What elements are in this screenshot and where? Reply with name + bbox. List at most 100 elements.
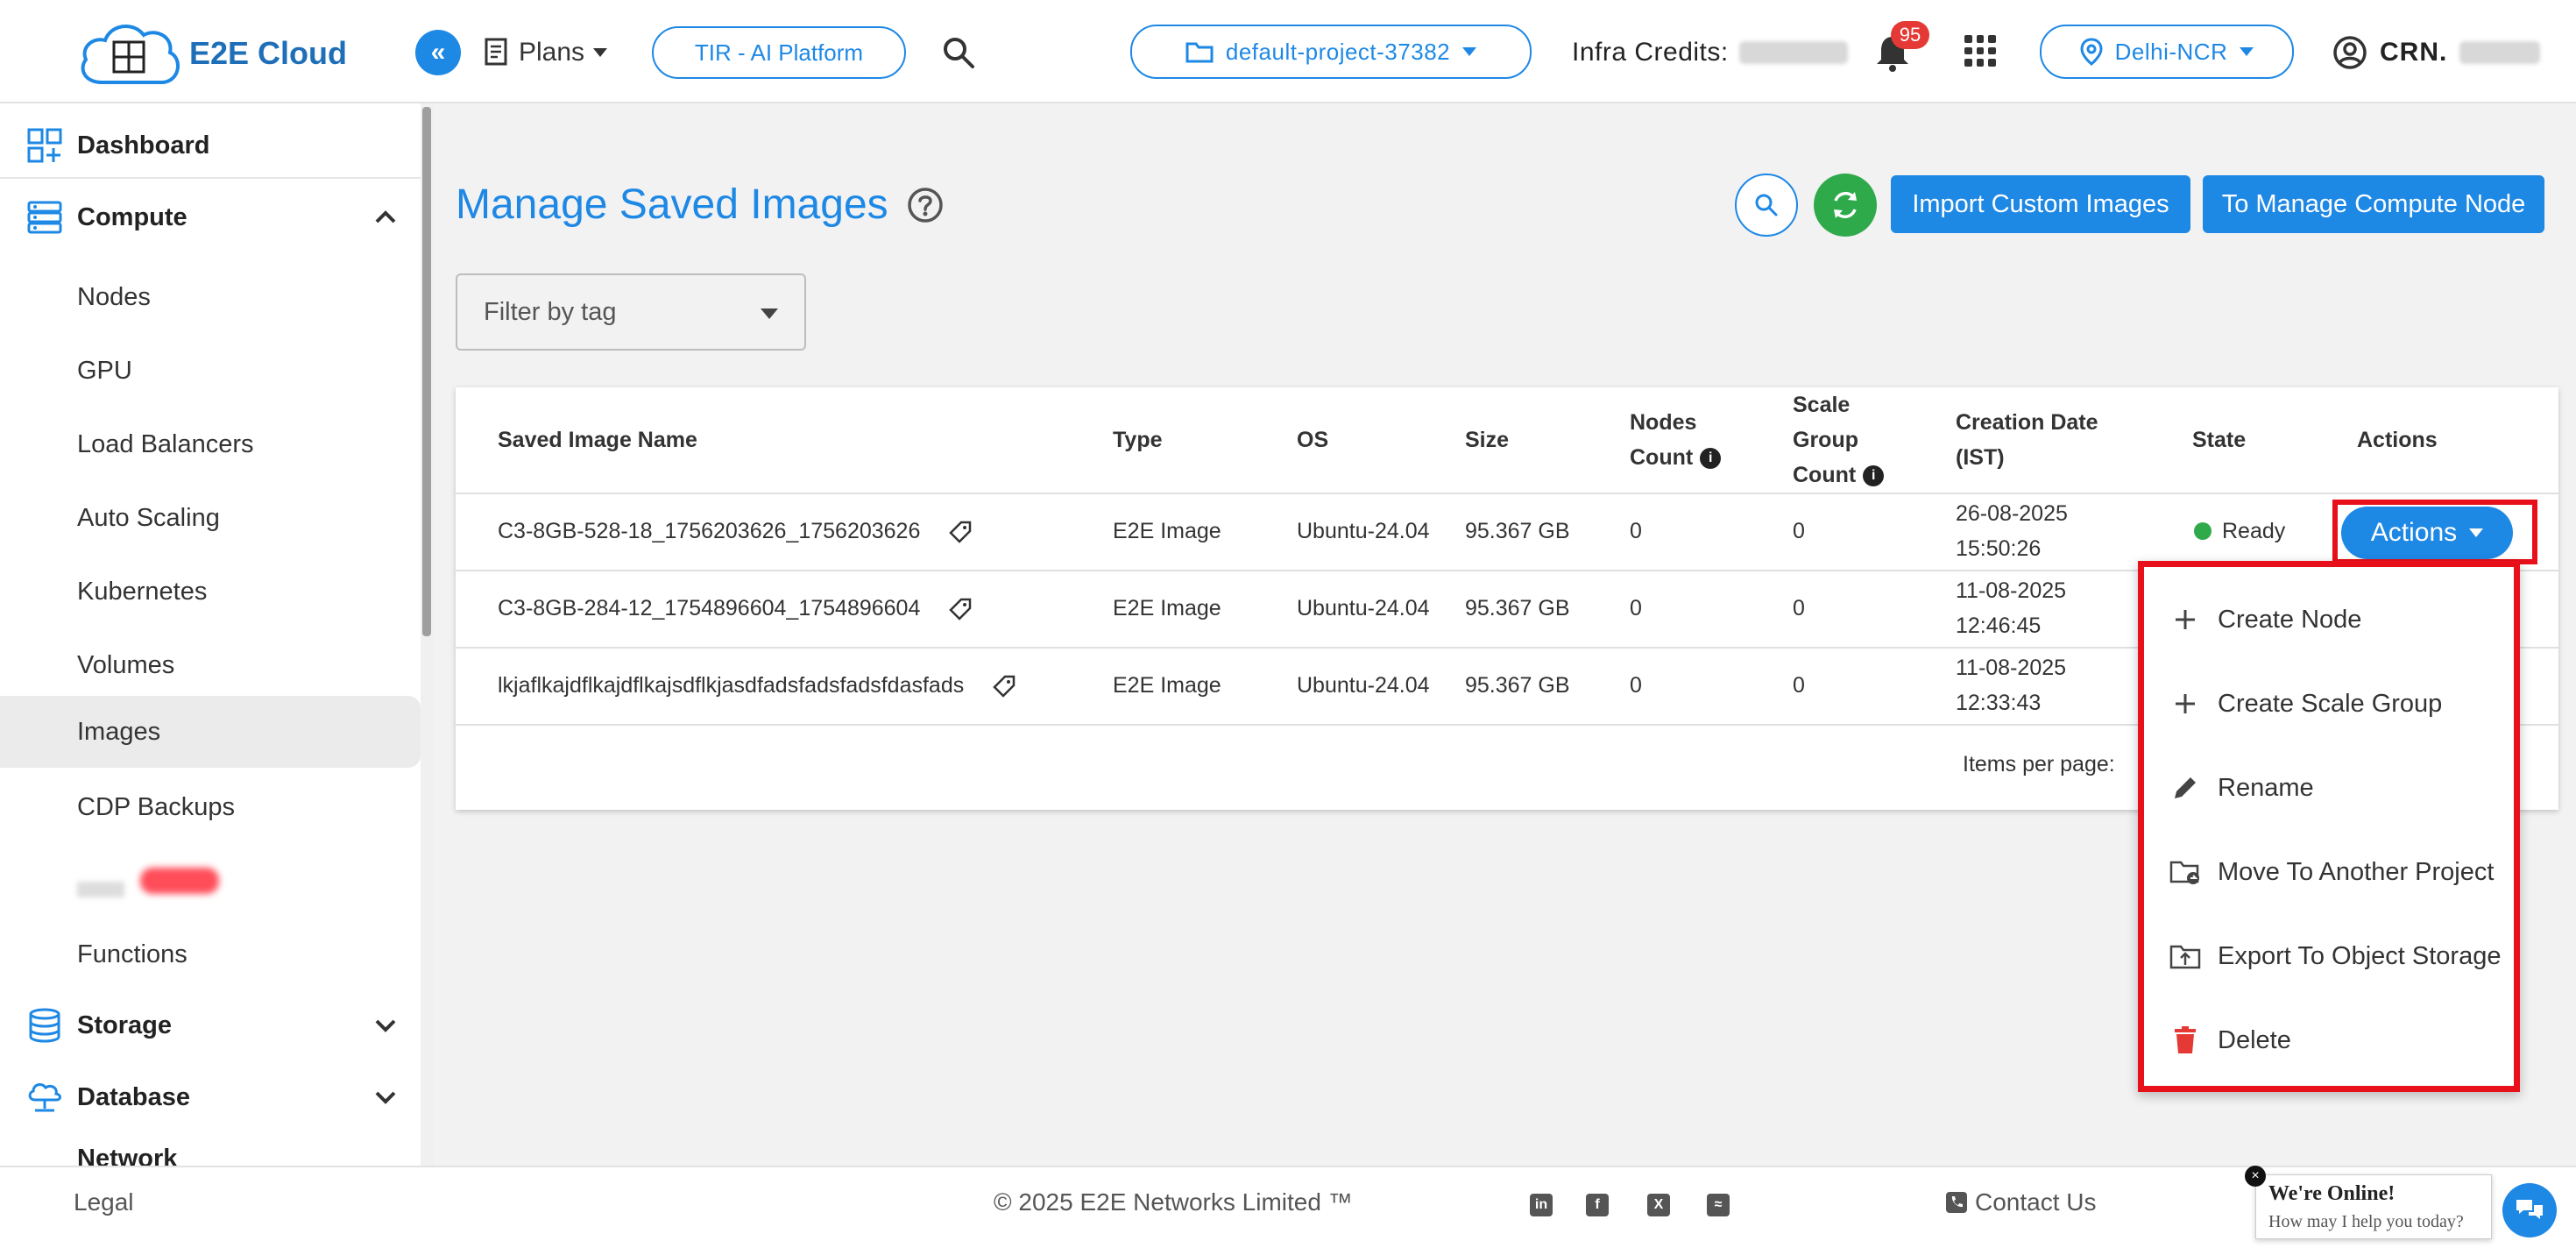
menu-item-move-project[interactable]: Move To Another Project: [2144, 830, 2512, 914]
help-circle-icon[interactable]: [906, 186, 945, 224]
import-custom-images-button[interactable]: Import Custom Images: [1891, 175, 2190, 233]
sidebar-label: Volumes: [77, 650, 175, 679]
region-selector[interactable]: Delhi-NCR: [2040, 25, 2294, 79]
sidebar-item-gpu[interactable]: GPU: [0, 335, 421, 407]
sidebar-item-redacted[interactable]: [0, 845, 421, 917]
tag-edit-icon[interactable]: [947, 596, 973, 622]
document-icon: [485, 38, 507, 66]
sidebar-item-cdp-backups[interactable]: CDP Backups: [0, 771, 421, 843]
notification-badge: 95: [1891, 21, 1929, 49]
col-header-nodes-count[interactable]: Nodes Count i: [1630, 405, 1722, 475]
collapse-sidebar-button[interactable]: «: [415, 30, 461, 75]
linkedin-icon[interactable]: in: [1530, 1194, 1553, 1216]
x-twitter-icon[interactable]: X: [1647, 1194, 1670, 1216]
sidebar-item-network[interactable]: Network: [0, 1141, 421, 1166]
col-header-name[interactable]: Saved Image Name: [498, 422, 697, 457]
cell-nodes-count: 0: [1630, 519, 1642, 543]
refresh-button[interactable]: [1814, 174, 1877, 237]
sidebar-label: Storage: [77, 1010, 172, 1039]
sidebar-item-storage[interactable]: Storage: [0, 997, 421, 1053]
sidebar-label: Compute: [77, 202, 188, 231]
cell-scale-count: 0: [1793, 596, 1805, 620]
menu-item-label: Create Node: [2218, 605, 2362, 634]
brand-name: E2E Cloud: [189, 35, 348, 71]
header-line: Creation Date: [1956, 410, 2098, 435]
folder-upload-icon: [2169, 940, 2202, 973]
menu-item-create-node[interactable]: Create Node: [2144, 578, 2512, 662]
cell-size: 95.367 GB: [1465, 519, 1570, 543]
facebook-icon[interactable]: f: [1586, 1194, 1609, 1216]
info-icon[interactable]: i: [1863, 465, 1885, 487]
server-icon: [27, 201, 62, 234]
col-header-creation-date[interactable]: Creation Date (IST): [1956, 405, 2098, 475]
sidebar-item-load-balancers[interactable]: Load Balancers: [0, 408, 421, 480]
image-name: lkjaflkajdflkajdflkajsdflkjasdfadsfadsfa…: [498, 673, 965, 698]
sidebar-item-nodes[interactable]: Nodes: [0, 261, 421, 333]
sidebar-divider: [0, 177, 421, 179]
sidebar-item-auto-scaling[interactable]: Auto Scaling: [0, 482, 421, 554]
database-icon: [29, 1008, 60, 1043]
tag-edit-icon[interactable]: [991, 673, 1017, 699]
col-header-size[interactable]: Size: [1465, 422, 1509, 457]
plans-dropdown[interactable]: Plans: [484, 28, 608, 77]
search-icon: [1755, 194, 1778, 216]
rss-icon[interactable]: ≈: [1707, 1194, 1730, 1216]
refresh-icon: [1834, 191, 1857, 219]
col-header-scale-group-count[interactable]: Scale Group Count i: [1793, 387, 1885, 493]
info-icon[interactable]: i: [1700, 448, 1722, 470]
menu-item-rename[interactable]: Rename: [2144, 746, 2512, 830]
sidebar-item-compute[interactable]: Compute: [0, 189, 421, 245]
caret-down-icon: [593, 48, 608, 57]
folder-icon: [1185, 42, 1214, 63]
status-dot-icon: [2194, 522, 2212, 540]
filter-by-tag-select[interactable]: Filter by tag: [456, 273, 806, 351]
cell-nodes-count: 0: [1630, 673, 1642, 698]
close-icon[interactable]: ×: [2245, 1166, 2266, 1187]
sidebar-item-volumes[interactable]: Volumes: [0, 629, 421, 701]
sidebar-item-dashboard[interactable]: Dashboard: [0, 117, 421, 174]
sidebar-label: Load Balancers: [77, 429, 254, 458]
sidebar-scrollbar-thumb[interactable]: [422, 107, 431, 636]
header-line: Group: [1793, 428, 1858, 452]
cell-type: E2E Image: [1113, 519, 1221, 543]
chat-widget[interactable]: We're Online! How may I help you today?: [2255, 1174, 2492, 1239]
caret-down-icon: [2240, 47, 2254, 56]
tir-platform-button[interactable]: TIR - AI Platform: [652, 26, 906, 79]
time: 12:46:45: [1956, 613, 2042, 638]
date: 26-08-2025: [1956, 501, 2068, 526]
col-header-type[interactable]: Type: [1113, 422, 1163, 457]
sidebar-item-database[interactable]: Database: [0, 1069, 421, 1125]
col-header-state[interactable]: State: [2192, 422, 2246, 457]
cell-size: 95.367 GB: [1465, 673, 1570, 698]
region-label: Delhi-NCR: [2114, 38, 2228, 65]
col-header-os[interactable]: OS: [1297, 422, 1328, 457]
time: 15:50:26: [1956, 536, 2042, 561]
table-search-button[interactable]: [1735, 174, 1798, 237]
date: 11-08-2025: [1956, 578, 2067, 603]
sidebar-item-functions[interactable]: Functions: [0, 918, 421, 990]
global-search-button[interactable]: [936, 30, 981, 75]
filter-placeholder: Filter by tag: [484, 297, 617, 326]
legal-link[interactable]: Legal: [74, 1188, 134, 1216]
copyright-text: © 2025 E2E Networks Limited ™: [994, 1188, 1353, 1216]
row-divider: [456, 493, 2558, 494]
contact-us-link[interactable]: Contact Us: [1945, 1188, 2097, 1216]
project-selector[interactable]: default-project-37382: [1130, 25, 1532, 79]
user-account-menu[interactable]: CRN.: [2332, 32, 2541, 74]
cell-type: E2E Image: [1113, 673, 1221, 698]
sidebar-item-kubernetes[interactable]: Kubernetes: [0, 556, 421, 628]
menu-item-export-object-storage[interactable]: Export To Object Storage: [2144, 914, 2512, 998]
cell-size: 95.367 GB: [1465, 596, 1570, 620]
cell-image-name: C3-8GB-284-12_1754896604_1754896604: [498, 591, 973, 626]
sidebar-label: Nodes: [77, 282, 151, 311]
brand-logo[interactable]: E2E Cloud: [75, 18, 347, 89]
sidebar-label: Dashboard: [77, 131, 210, 160]
menu-item-delete[interactable]: Delete: [2144, 998, 2512, 1082]
sidebar-item-images[interactable]: Images: [0, 696, 421, 768]
manage-compute-node-button[interactable]: To Manage Compute Node: [2203, 175, 2544, 233]
apps-grid-icon[interactable]: [1964, 35, 1996, 67]
tag-edit-icon[interactable]: [947, 519, 973, 545]
plus-icon: [2169, 603, 2202, 636]
chat-bubble-button[interactable]: [2502, 1183, 2557, 1237]
menu-item-create-scale-group[interactable]: Create Scale Group: [2144, 662, 2512, 746]
